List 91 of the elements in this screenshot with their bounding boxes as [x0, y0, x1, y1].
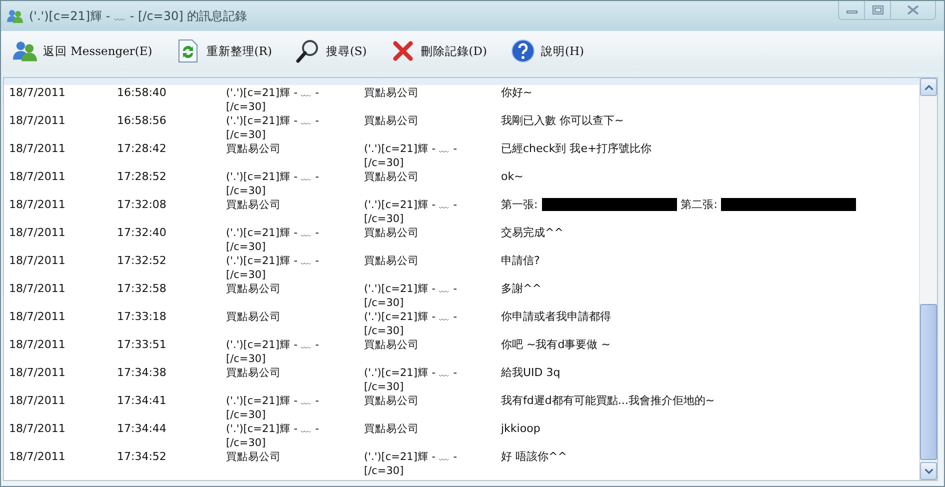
scroll-down-button[interactable] [920, 462, 937, 480]
sender-cell-text: 買點易公司 [226, 198, 282, 213]
caret-up-icon [924, 84, 932, 90]
recipient-cell-text: 買點易公司 [364, 394, 420, 409]
message-text: 我剛已入數 你可以查下~ [501, 114, 624, 128]
date-cell-text: 18/7/2011 [8, 86, 66, 101]
message-text: 你好~ [501, 86, 532, 100]
delete-x-icon [390, 39, 415, 63]
message-text: ok~ [501, 170, 524, 184]
time-cell-text: 17:34:52 [117, 450, 168, 465]
time-cell-text: 17:34:44 [117, 422, 168, 437]
message-text: 第二張: [680, 198, 718, 212]
time-cell-text: 17:28:52 [117, 170, 168, 185]
sender-cell-text: ('.')[c=21]輝 - ﹏ - [/c=30] [226, 254, 320, 282]
toolbar-button[interactable]: 返回 Messenger(E) [9, 35, 156, 67]
sender-cell-text: ('.')[c=21]輝 - ﹏ - [/c=30] [226, 338, 320, 366]
sender-cell-text: ('.')[c=21]輝 - ﹏ - [/c=30] [226, 394, 320, 422]
recipient-cell-text: 買點易公司 [364, 338, 420, 353]
recipient-cell-text: ('.')[c=21]輝 - ﹏ - [/c=30] [364, 310, 458, 338]
recipient-cell-text: 買點易公司 [364, 114, 420, 129]
message-text: 你吧 ~我有d事要做 ~ [501, 338, 610, 352]
scroll-up-button[interactable] [920, 78, 937, 96]
date-cell-text: 18/7/2011 [8, 254, 66, 269]
scrollbar[interactable] [919, 78, 937, 480]
message-text: 已經check到 我e+打序號比你 [501, 142, 652, 156]
message-text: 我有fd遲d都有可能買點...我會推介佢地的~ [501, 394, 715, 408]
message-text: 申請信? [501, 254, 540, 268]
time-cell-text: 17:32:40 [117, 226, 168, 241]
date-cell-text: 18/7/2011 [8, 226, 66, 241]
message-text: jkkioop [501, 422, 540, 436]
scrollbar-thumb[interactable] [920, 304, 937, 460]
recipient-cell-text: ('.')[c=21]輝 - ﹏ - [/c=30] [364, 450, 458, 478]
recipient-cell-text: 買點易公司 [364, 422, 420, 437]
date-cell-text: 18/7/2011 [8, 282, 66, 297]
recipient-cell-text: ('.')[c=21]輝 - ﹏ - [/c=30] [364, 366, 458, 394]
message-text: 給我UID 3q [501, 366, 560, 380]
date-cell-text: 18/7/2011 [8, 142, 66, 157]
message-text: 好 唔該你^^ [501, 450, 567, 464]
date-cell-text: 18/7/2011 [8, 338, 66, 353]
sender-cell-text: ('.')[c=21]輝 - ﹏ - [/c=30] [226, 86, 320, 114]
message-text: 交易完成^^ [501, 226, 564, 240]
date-cell-text: 18/7/2011 [8, 310, 66, 325]
sender-cell-text: ('.')[c=21]輝 - ﹏ - [/c=30] [226, 170, 320, 198]
recipient-cell-text: ('.')[c=21]輝 - ﹏ - [/c=30] [364, 282, 458, 310]
date-cell-text: 18/7/2011 [8, 366, 66, 381]
sender-cell-text: 買點易公司 [226, 310, 282, 325]
time-cell-text: 17:28:42 [117, 142, 168, 157]
recipient-cell-text: 買點易公司 [364, 226, 420, 241]
people-icon [7, 8, 23, 24]
sender-cell-text: ('.')[c=21]輝 - ﹏ - [/c=30] [226, 114, 320, 142]
date-cell-text: 18/7/2011 [8, 422, 66, 437]
time-cell-text: 16:58:40 [117, 86, 168, 101]
help-icon [511, 39, 535, 63]
time-cell-text: 16:58:56 [117, 114, 168, 129]
time-cell-text: 17:33:51 [117, 338, 168, 353]
recipient-cell-text: 買點易公司 [364, 170, 420, 185]
toolbar-button[interactable]: 刪除記錄(D) [386, 35, 491, 67]
message-text: 多謝^^ [501, 282, 542, 296]
message-text: 你申請或者我申請都得 [501, 310, 611, 324]
search-icon [296, 39, 320, 63]
toolbar-button[interactable]: 搜尋(S) [292, 35, 371, 67]
date-cell-text: 18/7/2011 [8, 114, 66, 129]
date-cell-text: 18/7/2011 [8, 450, 66, 465]
sender-cell-text: 買點易公司 [226, 366, 282, 381]
recipient-cell-text: ('.')[c=21]輝 - ﹏ - [/c=30] [364, 142, 458, 170]
sender-cell-text: 買點易公司 [226, 282, 282, 297]
date-cell-text: 18/7/2011 [8, 170, 66, 185]
date-cell-text: 18/7/2011 [8, 394, 66, 409]
recipient-cell-text: 買點易公司 [364, 254, 420, 269]
maximize-icon [872, 5, 884, 15]
toolbar-button[interactable]: 重新整理(R) [172, 35, 276, 67]
message-text: 第一張: [501, 198, 538, 212]
time-cell-text: 17:34:38 [117, 366, 168, 381]
time-cell-text: 17:33:18 [117, 310, 168, 325]
recipient-cell-text: 買點易公司 [364, 86, 420, 101]
sender-cell-text: 買點易公司 [226, 450, 282, 465]
caret-down-icon [924, 468, 932, 474]
time-cell-text: 17:32:52 [117, 254, 168, 269]
refresh-document-icon [176, 39, 200, 63]
people-icon [13, 39, 37, 63]
toolbar-button[interactable]: 說明(H) [507, 35, 588, 67]
close-icon [907, 5, 919, 15]
sender-cell-text: ('.')[c=21]輝 - ﹏ - [/c=30] [226, 422, 320, 450]
sender-cell-text: ('.')[c=21]輝 - ﹏ - [/c=30] [226, 226, 320, 254]
window-title: ('.')[c=21]輝 - ﹏ - [/c=30] 的訊息記錄 [29, 8, 248, 24]
time-cell-text: 17:34:41 [117, 394, 168, 409]
time-cell-text: 17:32:58 [117, 282, 168, 297]
sender-cell-text: 買點易公司 [226, 142, 282, 157]
date-cell-text: 18/7/2011 [8, 198, 66, 213]
recipient-cell-text: ('.')[c=21]輝 - ﹏ - [/c=30] [364, 198, 458, 226]
time-cell-text: 17:32:08 [117, 198, 168, 213]
